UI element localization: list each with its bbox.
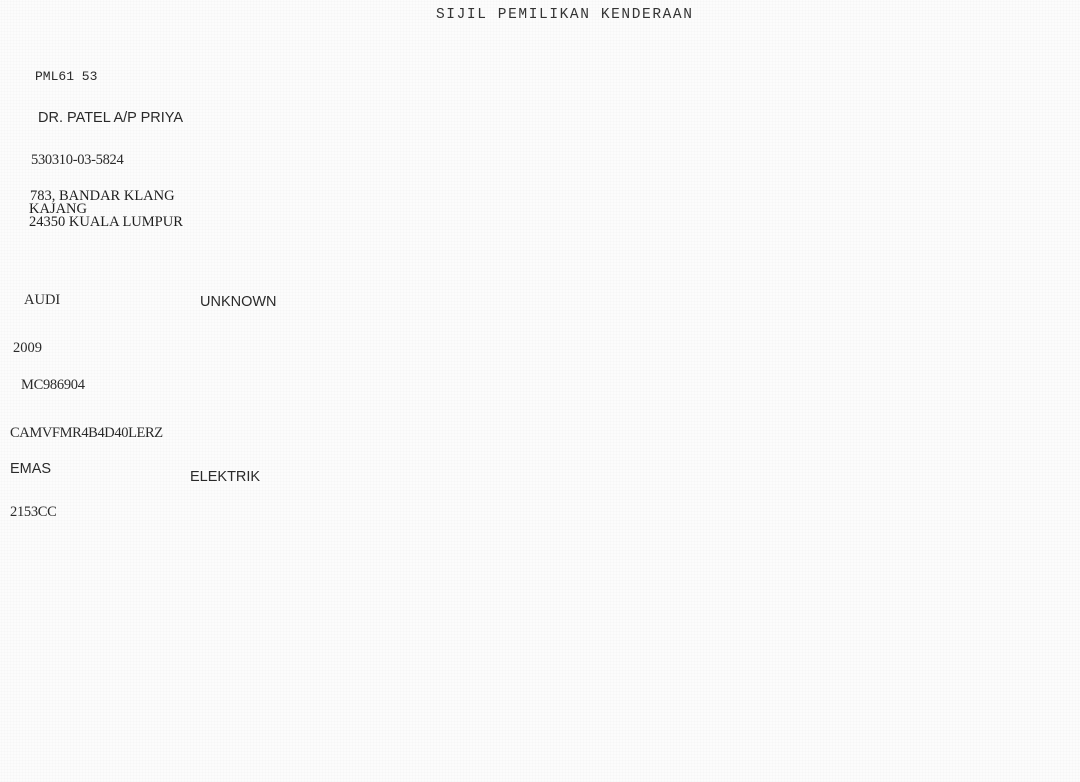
engine-number: MC986904 [21,377,85,393]
owner-address: 783, BANDAR KLANG KAJANG 24350 KUALA LUM… [29,189,183,230]
chassis-number: CAMVFMR4B4D40LERZ [10,425,163,441]
owner-ic-number: 530310-03-5824 [31,152,124,168]
engine-capacity: 2153CC [10,504,57,520]
owner-name: DR. PATEL A/P PRIYA [38,110,184,126]
vehicle-ownership-certificate: SIJIL PEMILIKAN KENDERAAN PML61 53 DR. P… [0,0,1080,782]
vehicle-colour: EMAS [10,461,52,477]
address-line-3: 24350 KUALA LUMPUR [29,214,183,230]
fuel-type: ELEKTRIK [190,469,261,485]
vehicle-make: AUDI [24,292,61,308]
vehicle-year: 2009 [13,340,42,356]
vehicle-model: UNKNOWN [200,294,277,310]
document-title: SIJIL PEMILIKAN KENDERAAN [436,7,694,23]
registration-plate: PML61 53 [35,69,98,84]
